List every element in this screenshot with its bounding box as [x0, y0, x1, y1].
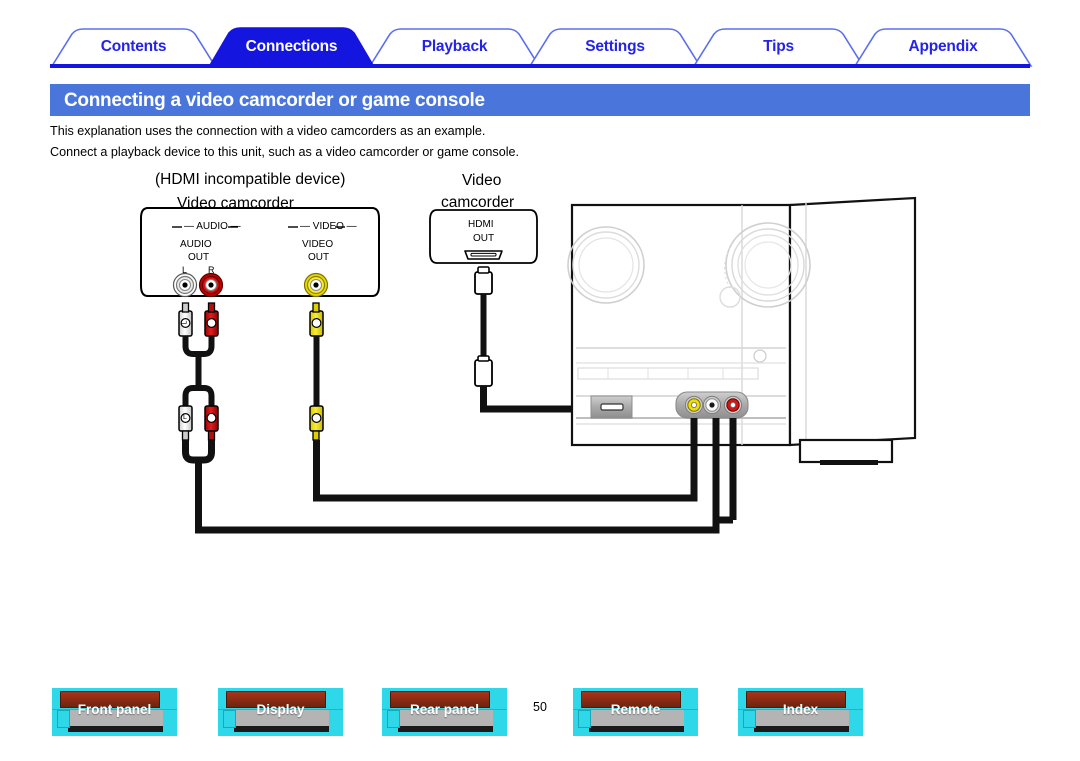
audio-group-label: — AUDIO — [184, 221, 241, 232]
footer-button-index[interactable]: Index [738, 688, 863, 736]
footer-nav: Front panel Display Rear panel Remote In… [0, 681, 1080, 761]
page-title: Connecting a video camcorder or game con… [64, 90, 485, 111]
intro-paragraph-1: This explanation uses the connection wit… [50, 124, 486, 138]
hdmi-out-label-line1: HDMI [468, 219, 494, 230]
video-out-label-line1: VIDEO [302, 239, 334, 250]
tab-label-appendix[interactable]: Appendix [886, 39, 1000, 55]
footer-label-rear-panel[interactable]: Rear panel [382, 702, 507, 717]
footer-button-display[interactable]: Display [218, 688, 343, 736]
tab-label-playback[interactable]: Playback [401, 39, 508, 55]
remote-thumb-base [589, 726, 684, 732]
video-plug-bottom [309, 405, 324, 441]
index-thumb-base [754, 726, 849, 732]
footer-label-front-panel[interactable]: Front panel [52, 702, 177, 717]
page-title-banner: Connecting a video camcorder or game con… [50, 84, 1030, 116]
video-plug-top [309, 302, 324, 337]
front-panel-thumb-base [68, 726, 163, 732]
tab-label-connections[interactable]: Connections [240, 39, 343, 55]
audio-out-label-line2: OUT [188, 252, 210, 263]
tab-label-contents[interactable]: Contents [83, 39, 184, 55]
tab-baseline [50, 64, 1030, 68]
hdmi-out-port-icon [464, 250, 503, 260]
plug-letter-top-left: L [181, 320, 189, 325]
hdmi-caption-line1: Video [462, 172, 502, 189]
camcorder-jack-video [303, 272, 329, 298]
av-receiver [567, 196, 917, 465]
top-tab-bar: Contents Connections Playback Settings T… [0, 0, 1080, 72]
page-number: 50 [533, 700, 547, 714]
analog-caption-top: (HDMI incompatible device) [155, 171, 346, 188]
video-out-label-line2: OUT [308, 252, 330, 263]
plug-letter-bottom-right: R [209, 414, 215, 421]
tab-label-settings[interactable]: Settings [561, 39, 669, 55]
audio-out-label-line1: AUDIO [180, 239, 212, 250]
footer-button-front-panel[interactable]: Front panel [52, 688, 177, 736]
intro-paragraph-2: Connect a playback device to this unit, … [50, 145, 520, 159]
camcorder-jack-audio-right [198, 272, 224, 298]
plug-letter-top-right: R [208, 319, 216, 326]
footer-label-display[interactable]: Display [218, 702, 343, 717]
plug-letter-bottom-left: L [183, 414, 187, 421]
camcorder-jack-audio-left [172, 272, 198, 298]
jack-label-right: R [208, 265, 215, 275]
audio-plug-bottom-right [204, 405, 219, 441]
footer-button-rear-panel[interactable]: Rear panel [382, 688, 507, 736]
display-thumb-base [234, 726, 329, 732]
jack-label-left: L [182, 265, 188, 275]
analog-caption-main: Video camcorder [177, 195, 294, 212]
video-group-label: — VIDEO — [300, 221, 357, 232]
tab-label-tips[interactable]: Tips [725, 39, 832, 55]
hdmi-out-label-line2: OUT [473, 233, 495, 244]
hdmi-caption-line2: camcorder [441, 194, 515, 211]
rear-panel-thumb-base [398, 726, 493, 732]
connection-diagram: (HDMI incompatible device) Video camcord… [0, 160, 1080, 580]
footer-button-remote[interactable]: Remote [573, 688, 698, 736]
footer-label-remote[interactable]: Remote [573, 702, 698, 717]
footer-label-index[interactable]: Index [738, 702, 863, 717]
audio-plug-bottom-left [178, 405, 193, 441]
